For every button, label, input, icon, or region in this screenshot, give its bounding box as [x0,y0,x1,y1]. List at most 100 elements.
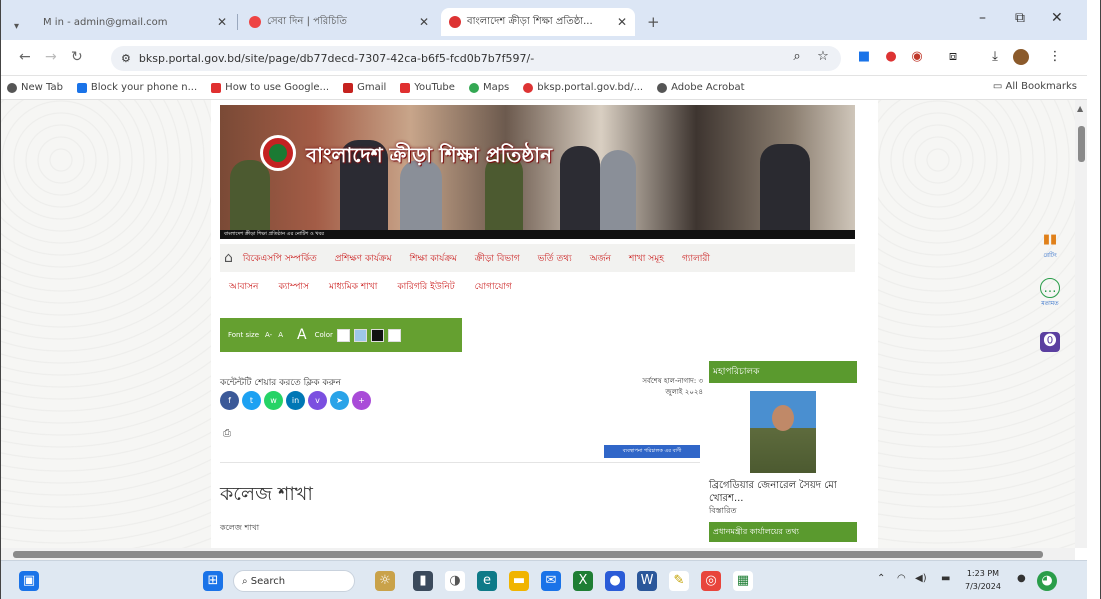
extension-icon[interactable]: ● [883,49,899,65]
whatsapp-icon[interactable]: w [264,391,283,410]
wifi-icon[interactable]: ◠ [897,573,906,584]
close-tab-icon[interactable]: ✕ [411,15,429,29]
url-text: bksp.portal.gov.bd/site/page/db77decd-73… [138,52,535,65]
vertical-scrollbar[interactable]: ▲ [1075,100,1087,548]
nav-item[interactable]: কারিগরি ইউনিট [397,279,454,294]
scroll-thumb[interactable] [1078,126,1085,162]
calculator-icon[interactable]: ▦ [733,571,753,591]
battery-icon[interactable]: ▬ [941,573,950,584]
bookmark-item[interactable]: Gmail [343,82,386,93]
extensions-puzzle-icon[interactable]: ⧈ [945,49,961,65]
details-link[interactable]: বিস্তারিত [709,505,857,518]
page-content: বাংলাদেশ ক্রীড়া শিক্ষা প্রতিষ্ঠান বাংলা… [211,100,878,548]
taskbar-search[interactable]: ⌕ Search [233,570,355,592]
bookmark-item[interactable]: bksp.portal.gov.bd/... [523,82,643,93]
nav-item[interactable]: ভর্তি তথ্য [538,251,572,266]
notification-bell-icon[interactable]: ● [1017,573,1026,584]
director-name[interactable]: ব্রিগেডিয়ার জেনারেল সৈয়দ মো খোরশ... [709,479,857,505]
nav-item[interactable]: শিক্ষা কার্যক্রম [410,251,457,266]
new-tab-button[interactable]: + [641,8,665,36]
start-icon[interactable]: ⊞ [203,571,223,591]
feedback-widget[interactable]: … মতামত [1032,278,1068,309]
reload-icon[interactable]: ↻ [71,49,83,65]
scroll-thumb[interactable] [13,551,1043,558]
bookmark-item[interactable]: YouTube [400,82,455,93]
file-explorer-icon[interactable]: ▬ [509,571,529,591]
rating-widget[interactable]: ▮▮ রেটিং [1032,230,1068,261]
info-widget[interactable]: ⓿ [1032,332,1068,352]
bookmark-item[interactable]: Block your phone n... [76,82,197,93]
show-hidden-icons[interactable]: ⌃ [877,573,885,584]
tab-seba[interactable]: সেবা দিন | পরিচিতি ✕ [241,8,437,36]
zoom-icon[interactable]: ⌕ [789,49,805,65]
menu-icon[interactable]: ⋮ [1047,49,1063,65]
notice-marquee[interactable]: বাংলাদেশ ক্রীড়া শিক্ষা প্রতিষ্ঠান এর নো… [220,230,855,239]
news-icon[interactable]: ☼ [375,571,395,591]
copilot-tray-icon[interactable]: ◕ [1037,571,1057,591]
nav-item[interactable]: আবাসন [229,279,258,294]
tab-bksp[interactable]: বাংলাদেশ ক্রীড়া শিক্ষা প্রতিষ্ঠা... ✕ [441,8,635,36]
linkedin-icon[interactable]: in [286,391,305,410]
notice-badge[interactable]: ব্যবস্থাপনা পরিচালক এর বাণী [604,445,700,458]
site-banner: বাংলাদেশ ক্রীড়া শিক্ষা প্রতিষ্ঠান [220,105,855,236]
bookmark-item[interactable]: How to use Google... [211,82,329,93]
tab-list-button[interactable]: ▾ [9,12,31,40]
bookmark-item[interactable]: New Tab [7,82,63,93]
color-swatch-blue[interactable] [353,328,367,342]
forward-icon[interactable]: → [45,49,57,65]
taskbar-clock[interactable]: 1:23 PM 7/3/2024 [965,567,1001,593]
facebook-icon[interactable]: f [220,391,239,410]
mail-icon[interactable]: ✉ [541,571,561,591]
close-tab-icon[interactable]: ✕ [209,15,227,29]
twitter-icon[interactable]: t [242,391,261,410]
close-window-icon[interactable]: ✕ [1051,10,1063,26]
restore-icon[interactable]: ⧉ [1015,10,1025,26]
widgets-icon[interactable]: ▣ [19,571,39,591]
telegram-icon[interactable]: ➤ [330,391,349,410]
copilot-icon[interactable]: ◑ [445,571,465,591]
extension-icon[interactable]: ■ [856,49,872,65]
nav-item[interactable]: অর্জন [590,251,611,266]
color-swatch-default[interactable] [387,328,401,342]
share-icon[interactable]: + [352,391,371,410]
nav-item[interactable]: ক্রীড়া বিভাগ [475,251,520,266]
bookmark-item[interactable]: Maps [468,82,509,93]
extension-icon[interactable]: ◉ [909,49,925,65]
tab-gmail[interactable]: M in - admin@gmail.com ✕ [35,8,235,36]
horizontal-scrollbar[interactable] [1,548,1075,560]
font-normal-button[interactable]: A [278,331,283,339]
accessibility-bar: Font size A- A A Color [220,318,462,352]
minimize-icon[interactable]: – [979,10,986,26]
color-swatch-black[interactable] [370,328,384,342]
volume-icon[interactable]: ◀) [915,573,927,584]
nav-item[interactable]: বিকেএসপি সম্পর্কিত [243,251,317,266]
nav-item[interactable]: গ্যালারী [682,251,710,266]
paint-icon[interactable]: ✎ [669,571,689,591]
color-swatch-white[interactable] [336,328,350,342]
viber-icon[interactable]: v [308,391,327,410]
teams-icon[interactable]: ● [605,571,625,591]
bookmark-star-icon[interactable]: ☆ [815,49,831,65]
back-icon[interactable]: ← [19,49,31,65]
chrome-icon[interactable]: ◎ [701,571,721,591]
font-decrease-button[interactable]: A- [265,331,272,339]
all-bookmarks-button[interactable]: ▭ All Bookmarks [993,81,1077,92]
bookmark-item[interactable]: Adobe Acrobat [657,82,745,93]
word-icon[interactable]: W [637,571,657,591]
task-view-icon[interactable]: ▮ [413,571,433,591]
nav-item[interactable]: যোগাযোগ [475,279,512,294]
nav-item[interactable]: শাখা সমূহ [629,251,664,266]
close-tab-icon[interactable]: ✕ [609,15,627,29]
nav-item[interactable]: মাধ্যমিক শাখা [329,279,377,294]
nav-item[interactable]: প্রশিক্ষণ কার্যক্রম [335,251,392,266]
nav-item[interactable]: ক্যাম্পাস [278,279,309,294]
edge-icon[interactable]: e [477,571,497,591]
print-icon[interactable]: ⎙ [223,428,231,439]
font-increase-button[interactable]: A [297,327,307,343]
home-icon[interactable]: ⌂ [224,250,233,266]
download-icon[interactable]: ⤓ [987,49,1003,65]
address-bar[interactable]: ⚙ bksp.portal.gov.bd/site/page/db77decd-… [111,46,841,71]
profile-avatar[interactable] [1013,49,1029,65]
excel-icon[interactable]: X [573,571,593,591]
site-info-icon[interactable]: ⚙ [121,52,131,65]
